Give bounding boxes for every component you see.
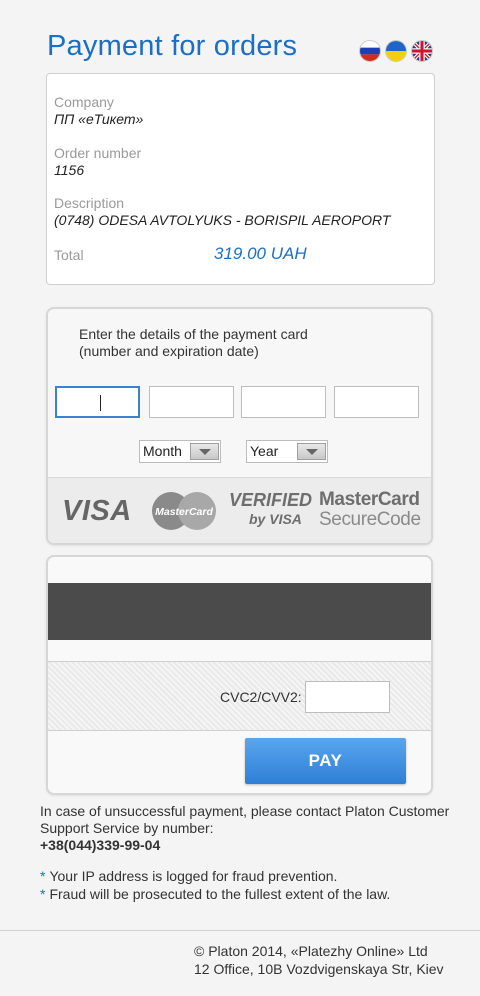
company-row: Company ПП «еТикет» [54,94,143,127]
footer-divider [0,930,480,931]
company-label: Company [54,94,114,110]
mastercard-securecode-logo: MasterCard SecureCode [319,489,421,530]
fraud-notes: * Your IP address is logged for fraud pre… [40,867,390,903]
verified-logo-line1: VERIFIED [229,490,313,510]
support-text: In case of unsuccessful payment, please … [40,803,450,836]
asterisk-icon: * [40,886,46,902]
expiry-month-select[interactable]: Month [139,440,221,463]
mastercard-logo: MasterCard [151,491,217,531]
note-text: Fraud will be prosecuted to the fullest … [49,886,391,902]
cvc-label: CVC2/CVV2: [220,689,302,705]
chevron-down-icon [297,443,326,460]
card-prompt-line2: (number and expiration date) [79,343,259,359]
order-number-label: Order number [54,145,142,161]
securecode-logo-line1: MasterCard [319,489,420,510]
order-number-row: Order number 1156 [54,145,141,178]
description-row: Description (0748) ODESA AVTOLYUKS - BOR… [54,195,390,228]
note-text: Your IP address is logged for fraud prev… [49,868,338,884]
cvc-input[interactable] [305,681,390,713]
card-prompt-line1: Enter the details of the payment card [79,326,308,342]
text-cursor [100,395,101,411]
card-number-field-2[interactable] [149,386,234,418]
card-number-field-3[interactable] [241,386,326,418]
card-logos-strip: VISA MasterCard VERIFIED by VISA MasterC… [48,477,431,543]
footer: © Platon 2014, «Platezhy Online» Ltd 12 … [194,942,444,978]
card-back-panel: CVC2/CVV2: PAY [46,555,433,795]
signature-panel: CVC2/CVV2: [48,661,431,731]
chevron-down-icon [190,443,219,460]
month-label: Month [143,443,182,459]
company-value: ПП «еТикет» [54,111,144,127]
card-number-field-1[interactable] [55,386,140,418]
total-value: 319.00 UAH [214,244,307,263]
uk-flag-icon[interactable] [411,40,433,62]
mastercard-logo-text: MasterCard [155,506,213,518]
page-title: Payment for orders [47,30,298,62]
list-item: * Fraud will be prosecuted to the fullest… [40,885,390,903]
footer-line2: 12 Office, 10B Vozdvigenskaya Str, Kiev [194,961,444,977]
list-item: * Your IP address is logged for fraud pre… [40,867,390,885]
description-label: Description [54,195,125,211]
ukraine-flag-icon[interactable] [385,40,407,62]
support-info: In case of unsuccessful payment, please … [40,803,460,854]
order-summary: Company ПП «еТикет» Order number 1156 De… [46,73,435,285]
total-label: Total [54,247,84,263]
language-switcher [359,40,433,62]
visa-logo: VISA [62,495,132,527]
order-number-value: 1156 [54,162,85,178]
description-value: (0748) ODESA AVTOLYUKS - BORISPIL AEROPO… [54,212,391,228]
verified-logo-line2: by VISA [249,511,302,527]
card-prompt: Enter the details of the payment card (n… [79,326,359,360]
magnetic-stripe [48,583,431,640]
russia-flag-icon[interactable] [359,40,381,62]
expiry-year-select[interactable]: Year [246,440,328,463]
pay-button[interactable]: PAY [245,738,406,784]
securecode-logo-line2: SecureCode [319,509,421,530]
card-front-panel: Enter the details of the payment card (n… [46,307,433,545]
card-number-field-4[interactable] [334,386,419,418]
asterisk-icon: * [40,868,46,884]
year-label: Year [250,443,279,459]
footer-line1: © Platon 2014, «Platezhy Online» Ltd [194,943,428,959]
verified-by-visa-logo: VERIFIED by VISA [229,490,312,534]
support-phone: +38(044)339-99-04 [40,837,161,853]
